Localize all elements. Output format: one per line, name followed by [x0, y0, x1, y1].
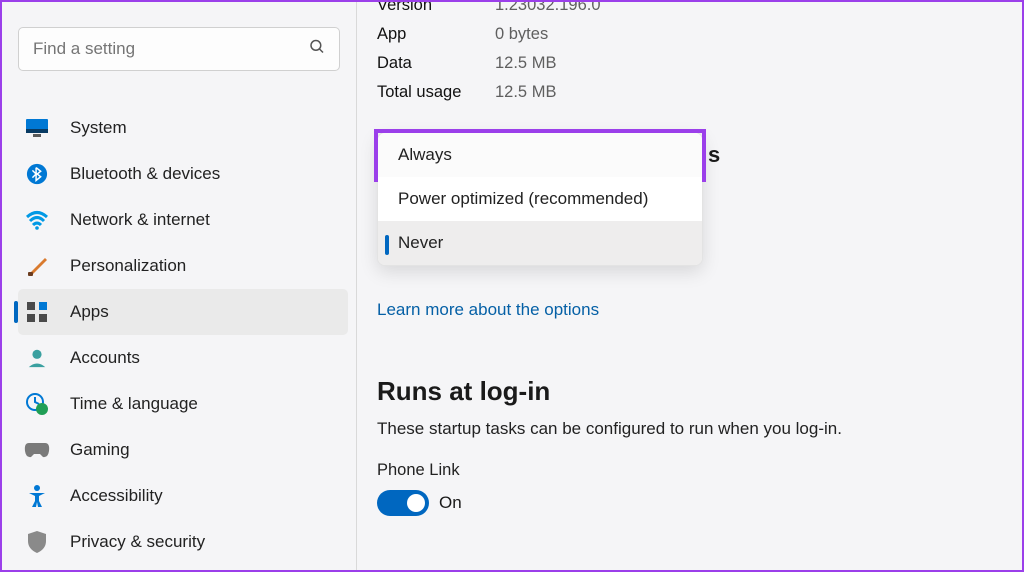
sidebar-item-system[interactable]: System: [18, 105, 348, 151]
dropdown-option-never[interactable]: Never: [378, 221, 702, 265]
shield-icon: [24, 529, 50, 555]
system-icon: [24, 115, 50, 141]
obscured-heading-fragment: s: [708, 142, 720, 168]
sidebar-item-label: Network & internet: [70, 210, 210, 230]
storage-val: 0 bytes: [495, 25, 548, 44]
person-icon: [24, 345, 50, 371]
sidebar-item-label: System: [70, 118, 127, 138]
storage-key: Data: [377, 54, 495, 73]
sidebar-item-label: Time & language: [70, 394, 198, 414]
accessibility-icon: [24, 483, 50, 509]
wifi-icon: [24, 207, 50, 233]
sidebar-item-privacy[interactable]: Privacy & security: [18, 519, 348, 565]
learn-more-link[interactable]: Learn more about the options: [377, 300, 599, 320]
sidebar-item-accessibility[interactable]: Accessibility: [18, 473, 348, 519]
dropdown-option-power-optimized[interactable]: Power optimized (recommended): [378, 177, 702, 221]
sidebar-item-accounts[interactable]: Accounts: [18, 335, 348, 381]
main-content: Version1.23032.196.0 App0 bytes Data12.5…: [357, 2, 1022, 570]
nav-list: System Bluetooth & devices Network & int…: [18, 105, 348, 565]
storage-val: 1.23032.196.0: [495, 2, 601, 15]
runs-at-login-desc: These startup tasks can be configured to…: [377, 419, 1002, 439]
sidebar-item-time-language[interactable]: Time & language: [18, 381, 348, 427]
storage-table: Version1.23032.196.0 App0 bytes Data12.5…: [377, 2, 1002, 102]
gamepad-icon: [24, 437, 50, 463]
storage-key: Version: [377, 2, 495, 15]
runs-at-login-heading: Runs at log-in: [377, 376, 1002, 407]
dropdown-option-always[interactable]: Always: [378, 133, 702, 177]
sidebar-item-label: Gaming: [70, 440, 130, 460]
sidebar-item-personalization[interactable]: Personalization: [18, 243, 348, 289]
sidebar-item-apps[interactable]: Apps: [18, 289, 348, 335]
apps-icon: [24, 299, 50, 325]
clock-globe-icon: [24, 391, 50, 417]
sidebar-item-label: Apps: [70, 302, 109, 322]
sidebar-item-label: Accounts: [70, 348, 140, 368]
search-box[interactable]: [18, 27, 340, 71]
sidebar-item-label: Bluetooth & devices: [70, 164, 220, 184]
bluetooth-icon: [24, 161, 50, 187]
storage-key: App: [377, 25, 495, 44]
sidebar-item-label: Privacy & security: [70, 532, 205, 552]
storage-key: Total usage: [377, 83, 495, 102]
background-permission-dropdown: s Always Power optimized (recommended) N…: [377, 132, 1002, 266]
storage-val: 12.5 MB: [495, 54, 556, 73]
sidebar-item-label: Accessibility: [70, 486, 163, 506]
search-input[interactable]: [18, 27, 340, 71]
storage-val: 12.5 MB: [495, 83, 556, 102]
sidebar-item-bluetooth[interactable]: Bluetooth & devices: [18, 151, 348, 197]
toggle-state-text: On: [439, 493, 462, 513]
sidebar-item-label: Personalization: [70, 256, 186, 276]
paintbrush-icon: [24, 253, 50, 279]
search-icon: [308, 38, 326, 61]
startup-task-label: Phone Link: [377, 461, 1002, 480]
dropdown-popup[interactable]: Always Power optimized (recommended) Nev…: [377, 132, 703, 266]
startup-task-toggle[interactable]: [377, 490, 429, 516]
sidebar-item-network[interactable]: Network & internet: [18, 197, 348, 243]
settings-sidebar: System Bluetooth & devices Network & int…: [2, 2, 357, 570]
sidebar-item-gaming[interactable]: Gaming: [18, 427, 348, 473]
